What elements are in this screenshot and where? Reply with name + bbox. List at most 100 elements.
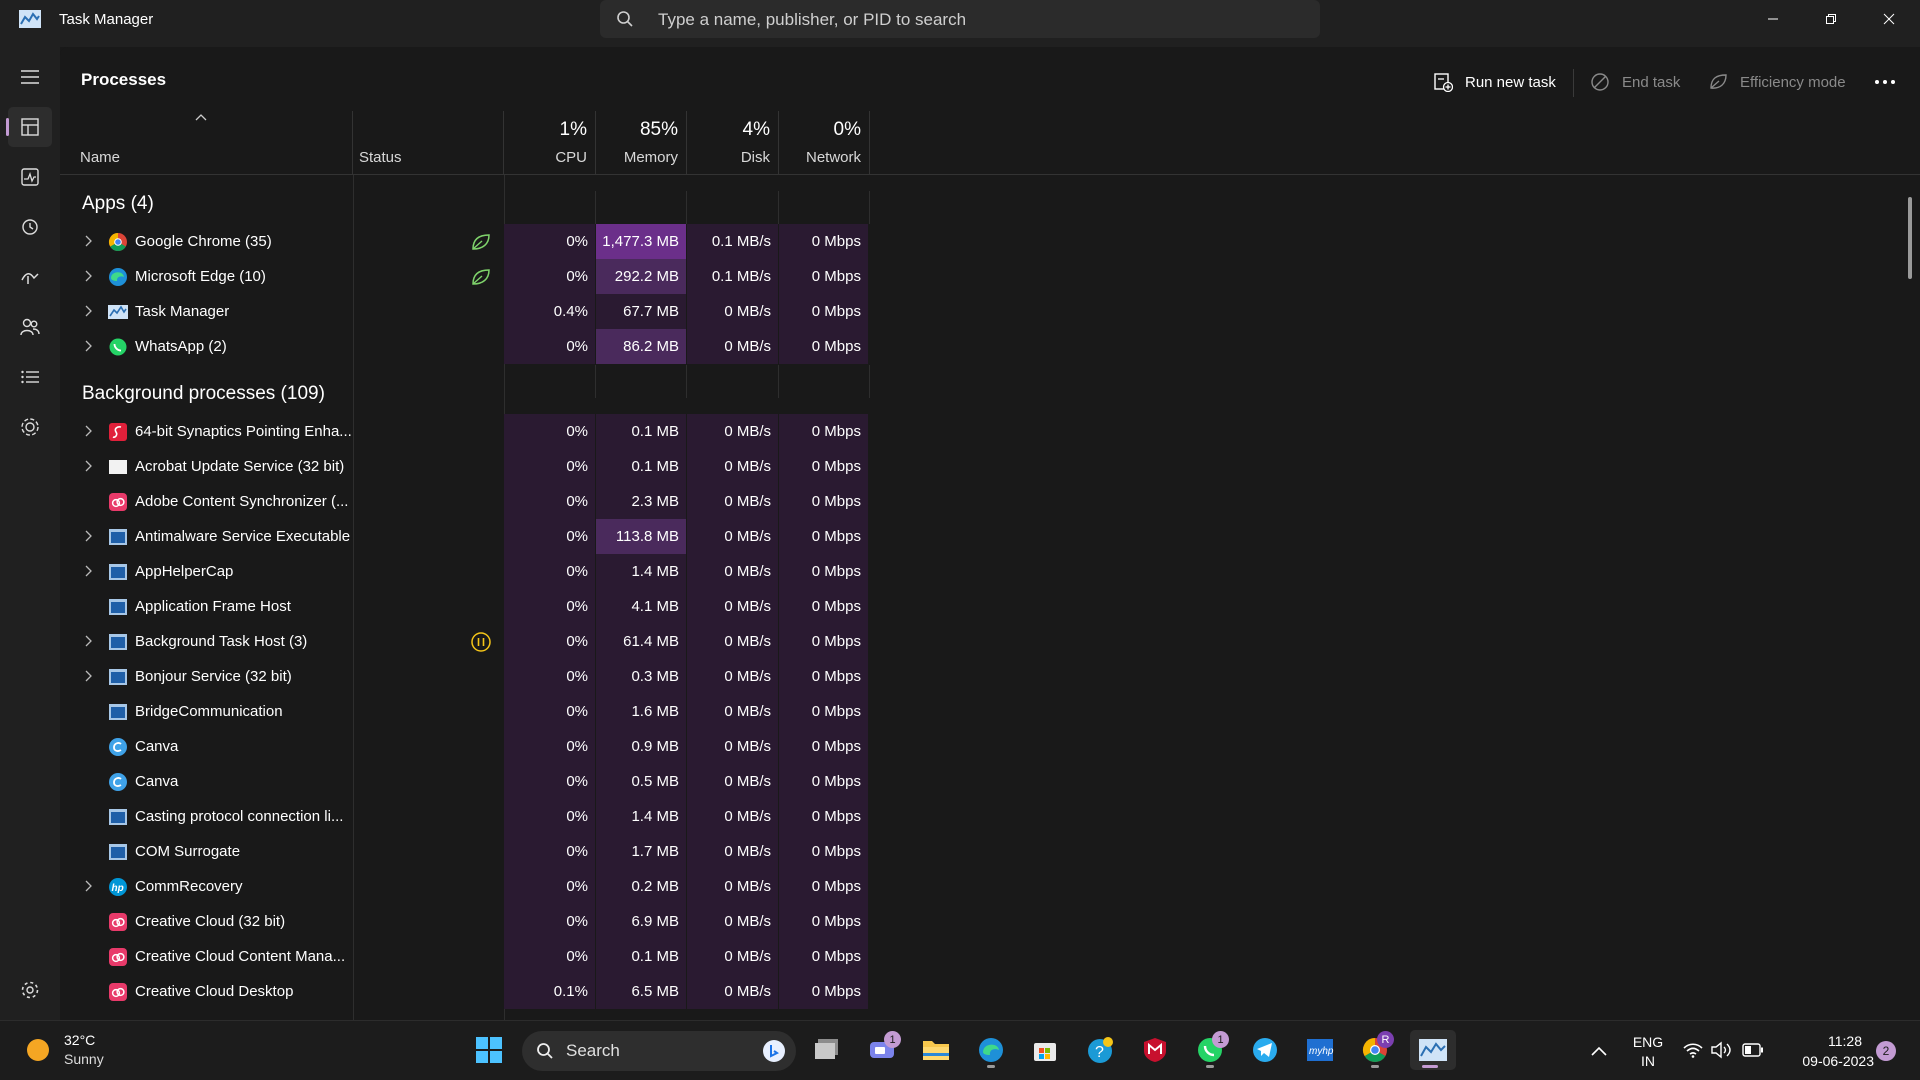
taskbar-store[interactable] bbox=[1025, 1030, 1065, 1070]
process-row[interactable]: Task Manager 0.4% 67.7 MB 0 MB/s 0 Mbps bbox=[60, 294, 870, 329]
sun-icon bbox=[27, 1039, 49, 1061]
process-row[interactable]: Application Frame Host 0% 4.1 MB 0 MB/s 0 Mb… bbox=[60, 589, 870, 624]
chevron-right-icon[interactable] bbox=[84, 530, 92, 542]
chevron-right-icon[interactable] bbox=[84, 340, 92, 352]
nav-details[interactable] bbox=[8, 357, 52, 397]
wifi-icon[interactable] bbox=[1683, 1042, 1703, 1058]
language-code: ENG bbox=[1632, 1034, 1664, 1050]
process-row[interactable]: Antimalware Service Executable 0% 113.8 MB… bbox=[60, 519, 870, 554]
process-row[interactable]: Background Task Host (3) 0% 61.4 MB 0 MB/s 0… bbox=[60, 624, 870, 659]
chrome-icon bbox=[108, 232, 128, 252]
status-cell bbox=[412, 974, 504, 1009]
process-row[interactable]: Creative Cloud (32 bit) 0% 6.9 MB 0 MB/s 0 M… bbox=[60, 904, 870, 939]
hamburger-menu-button[interactable] bbox=[8, 57, 52, 97]
search-input[interactable]: Type a name, publisher, or PID to search bbox=[658, 10, 966, 30]
column-header-memory[interactable]: 85% Memory bbox=[596, 111, 687, 175]
taskbar-task-view[interactable] bbox=[807, 1030, 847, 1070]
nav-users[interactable] bbox=[8, 307, 52, 347]
process-row[interactable]: Google Chrome (35) 0% 1,477.3 MB 0.1 MB/s 0 … bbox=[60, 224, 870, 259]
group-header-apps[interactable]: Apps (4) bbox=[82, 193, 154, 215]
status-cell bbox=[412, 329, 504, 364]
taskbar-telegram[interactable] bbox=[1245, 1030, 1285, 1070]
column-header-cpu[interactable]: 1% CPU bbox=[504, 111, 596, 175]
vertical-scrollbar[interactable] bbox=[1908, 197, 1912, 279]
nav-startup-apps[interactable] bbox=[8, 257, 52, 297]
process-row[interactable]: Casting protocol connection li... 0% 1.4 M… bbox=[60, 799, 870, 834]
minimize-button[interactable] bbox=[1744, 0, 1802, 38]
taskbar-chrome[interactable]: R bbox=[1355, 1030, 1395, 1070]
column-memory-label: Memory bbox=[623, 149, 678, 166]
task-manager-icon bbox=[108, 302, 128, 322]
taskbar-search[interactable]: Search bbox=[522, 1031, 796, 1071]
chevron-right-icon[interactable] bbox=[84, 235, 92, 247]
process-row[interactable]: Canva 0% 0.9 MB 0 MB/s 0 Mbps bbox=[60, 729, 870, 764]
restore-button[interactable] bbox=[1802, 0, 1860, 38]
chevron-right-icon[interactable] bbox=[84, 460, 92, 472]
process-row[interactable]: Bonjour Service (32 bit) 0% 0.3 MB 0 MB/s 0 … bbox=[60, 659, 870, 694]
nav-services[interactable] bbox=[8, 407, 52, 447]
column-header-network[interactable]: 0% Network bbox=[779, 111, 870, 175]
process-cpu: 0% bbox=[504, 484, 596, 519]
status-cell bbox=[412, 834, 504, 869]
taskbar-whatsapp[interactable]: 1 bbox=[1190, 1030, 1230, 1070]
process-row[interactable]: Creative Cloud Desktop 0.1% 6.5 MB 0 MB/s 0 … bbox=[60, 974, 870, 1009]
chevron-right-icon[interactable] bbox=[84, 270, 92, 282]
run-new-task-button[interactable]: Run new task bbox=[1433, 65, 1556, 99]
process-row[interactable]: Microsoft Edge (10) 0% 292.2 MB 0.1 MB/s 0 M… bbox=[60, 259, 870, 294]
folder-icon bbox=[923, 1041, 949, 1060]
column-header-disk[interactable]: 4% Disk bbox=[687, 111, 779, 175]
battery-icon[interactable] bbox=[1742, 1043, 1764, 1057]
search-box[interactable]: Type a name, publisher, or PID to search bbox=[600, 0, 1320, 38]
group-header-background[interactable]: Background processes (109) bbox=[82, 383, 325, 405]
process-row[interactable]: Canva 0% 0.5 MB 0 MB/s 0 Mbps bbox=[60, 764, 870, 799]
restore-icon bbox=[1826, 14, 1836, 24]
taskbar-teams[interactable]: 1 bbox=[862, 1030, 902, 1070]
efficiency-mode-button[interactable]: Efficiency mode bbox=[1708, 65, 1846, 99]
more-options-button[interactable] bbox=[1874, 65, 1908, 99]
process-row[interactable]: COM Surrogate 0% 1.7 MB 0 MB/s 0 Mbps bbox=[60, 834, 870, 869]
window-app-icon bbox=[108, 702, 128, 722]
chevron-right-icon[interactable] bbox=[84, 305, 92, 317]
nav-settings[interactable] bbox=[8, 970, 52, 1010]
nav-performance[interactable] bbox=[8, 157, 52, 197]
process-row[interactable]: Acrobat Update Service (32 bit) 0% 0.1 MB 0… bbox=[60, 449, 870, 484]
process-memory: 292.2 MB bbox=[596, 259, 687, 294]
notification-count-badge[interactable]: 2 bbox=[1876, 1041, 1896, 1061]
process-row[interactable]: WhatsApp (2) 0% 86.2 MB 0 MB/s 0 Mbps bbox=[60, 329, 870, 364]
chevron-right-icon[interactable] bbox=[84, 670, 92, 682]
process-network: 0 Mbps bbox=[779, 729, 869, 764]
process-row[interactable]: 64-bit Synaptics Pointing Enha... 0% 0.1 M… bbox=[60, 414, 870, 449]
taskbar-task-manager[interactable] bbox=[1410, 1030, 1456, 1070]
process-memory: 0.1 MB bbox=[596, 414, 687, 449]
taskbar-myhp[interactable]: myhp bbox=[1300, 1030, 1340, 1070]
disk-total-percent: 4% bbox=[742, 119, 770, 140]
taskbar-mcafee[interactable] bbox=[1135, 1030, 1175, 1070]
taskbar-help[interactable]: ? bbox=[1080, 1030, 1120, 1070]
column-header-status[interactable]: Status bbox=[353, 111, 504, 175]
chevron-right-icon[interactable] bbox=[84, 635, 92, 647]
chevron-up-icon[interactable] bbox=[1591, 1046, 1607, 1056]
status-cell bbox=[412, 294, 504, 329]
process-row[interactable]: Creative Cloud Content Mana... 0% 0.1 MB 0 … bbox=[60, 939, 870, 974]
nav-processes[interactable] bbox=[6, 107, 52, 147]
process-disk: 0 MB/s bbox=[687, 939, 779, 974]
process-row[interactable]: AppHelperCap 0% 1.4 MB 0 MB/s 0 Mbps bbox=[60, 554, 870, 589]
taskbar-file-explorer[interactable] bbox=[916, 1030, 956, 1070]
chevron-right-icon[interactable] bbox=[84, 880, 92, 892]
process-row[interactable]: hp CommRecovery 0% 0.2 MB 0 MB/s 0 Mbps bbox=[60, 869, 870, 904]
volume-icon[interactable] bbox=[1711, 1041, 1733, 1059]
column-header-name[interactable]: Name bbox=[60, 111, 353, 175]
task-manager-icon bbox=[1419, 1039, 1447, 1061]
close-button[interactable] bbox=[1860, 0, 1918, 38]
chevron-right-icon[interactable] bbox=[84, 425, 92, 437]
end-task-button[interactable]: End task bbox=[1590, 65, 1680, 99]
taskbar-edge[interactable] bbox=[971, 1030, 1011, 1070]
process-name: Background Task Host (3) bbox=[135, 633, 308, 650]
start-button[interactable] bbox=[469, 1030, 509, 1070]
nav-app-history[interactable] bbox=[8, 207, 52, 247]
chevron-right-icon[interactable] bbox=[84, 565, 92, 577]
process-row[interactable]: BridgeCommunication 0% 1.6 MB 0 MB/s 0 Mbps bbox=[60, 694, 870, 729]
sidebar bbox=[0, 47, 60, 1020]
process-row[interactable]: Adobe Content Synchronizer (... 0% 2.3 MB 0… bbox=[60, 484, 870, 519]
windows-logo-icon bbox=[476, 1037, 502, 1063]
